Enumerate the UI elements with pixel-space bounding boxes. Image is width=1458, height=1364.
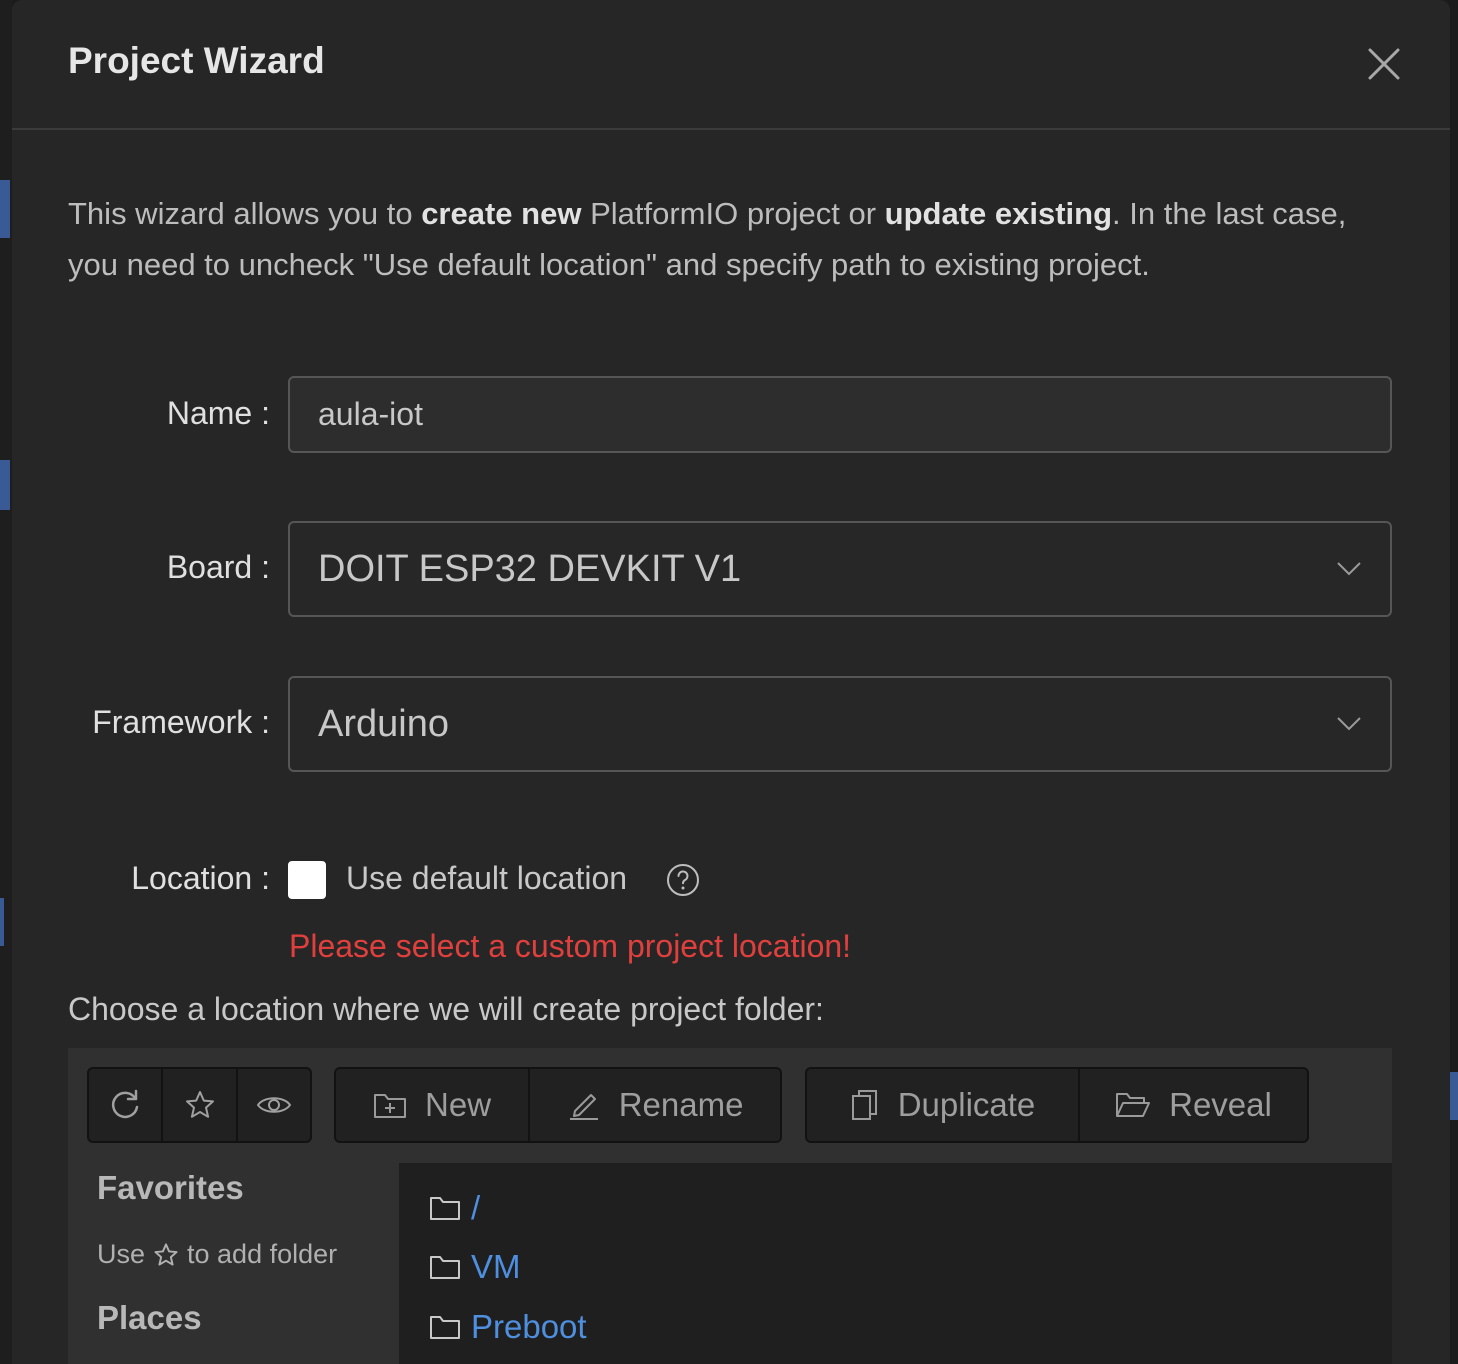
board-select[interactable]: DOIT ESP32 DEVKIT V1 <box>288 521 1392 617</box>
duplicate-icon <box>851 1090 877 1120</box>
use-default-location-label[interactable]: Use default location <box>346 860 627 897</box>
favorites-heading: Favorites <box>97 1169 244 1206</box>
new-button-label: New <box>425 1086 492 1123</box>
location-error-message: Please select a custom project location! <box>289 928 852 964</box>
show-hidden-button[interactable] <box>238 1069 310 1141</box>
star-icon <box>185 1091 214 1118</box>
duplicate-button[interactable]: Duplicate <box>807 1069 1080 1141</box>
name-input-value: aula-iot <box>318 396 423 432</box>
browser-sidebar: Favorites Use to add folder Places <box>68 1163 399 1364</box>
folder-icon <box>430 1316 460 1339</box>
new-folder-button[interactable]: New <box>336 1069 531 1141</box>
rename-button[interactable]: Rename <box>530 1069 780 1141</box>
intro-text: This wizard allows you to create new Pla… <box>68 196 1347 282</box>
name-input[interactable]: aula-iot <box>288 376 1392 453</box>
star-icon <box>154 1242 178 1266</box>
folder-name: Preboot <box>471 1308 587 1345</box>
chevron-down-icon <box>1337 562 1361 576</box>
choose-location-label: Choose a location where we will create p… <box>68 991 824 1027</box>
folder-open-icon <box>1116 1093 1151 1117</box>
file-action-button-group: Duplicate Reveal <box>805 1067 1309 1143</box>
framework-label: Framework : <box>92 704 270 740</box>
reveal-button-label: Reveal <box>1169 1086 1272 1123</box>
view-button-group <box>87 1067 312 1143</box>
framework-select[interactable]: Arduino <box>288 676 1392 772</box>
list-item[interactable]: / <box>429 1189 480 1227</box>
board-select-value: DOIT ESP32 DEVKIT V1 <box>318 547 742 590</box>
folder-plus-icon <box>374 1094 407 1118</box>
board-label: Board : <box>166 549 270 585</box>
rename-button-label: Rename <box>618 1086 744 1123</box>
edit-button-group: New Rename <box>334 1067 782 1143</box>
background-highlight <box>0 460 10 510</box>
duplicate-button-label: Duplicate <box>897 1086 1036 1123</box>
background-highlight <box>0 898 4 946</box>
help-icon[interactable] <box>665 862 701 898</box>
project-wizard-dialog: Project Wizard This wizard allows you to… <box>12 0 1450 1364</box>
refresh-icon <box>111 1089 139 1119</box>
name-label: Name : <box>166 395 270 431</box>
favorites-hint: Use to add folder <box>97 1239 338 1269</box>
use-default-location-checkbox[interactable] <box>288 861 326 899</box>
chevron-down-icon <box>1337 717 1361 731</box>
dialog-title: Project Wizard <box>68 40 325 81</box>
folder-browser: New Rename Duplicate Reveal Favorites Us… <box>68 1048 1392 1364</box>
pencil-icon <box>569 1094 598 1120</box>
background-highlight <box>0 180 10 238</box>
eye-icon <box>256 1097 292 1113</box>
folder-name: VM <box>471 1248 521 1285</box>
folder-name: / <box>471 1189 481 1226</box>
reveal-button[interactable]: Reveal <box>1080 1069 1307 1141</box>
list-item[interactable]: Preboot <box>429 1308 587 1346</box>
location-label: Location : <box>131 860 270 896</box>
folder-icon <box>430 1197 460 1220</box>
dialog-header: Project Wizard <box>12 0 1450 130</box>
close-icon <box>1368 48 1400 80</box>
close-button[interactable] <box>1366 46 1402 82</box>
background-highlight <box>1450 1072 1458 1120</box>
folder-list: / VM Preboot <box>399 1163 1392 1364</box>
favorite-button[interactable] <box>163 1069 238 1141</box>
framework-select-value: Arduino <box>318 702 449 745</box>
refresh-button[interactable] <box>89 1069 163 1141</box>
folder-icon <box>430 1256 460 1279</box>
places-heading: Places <box>97 1299 202 1336</box>
list-item[interactable]: VM <box>429 1248 521 1286</box>
